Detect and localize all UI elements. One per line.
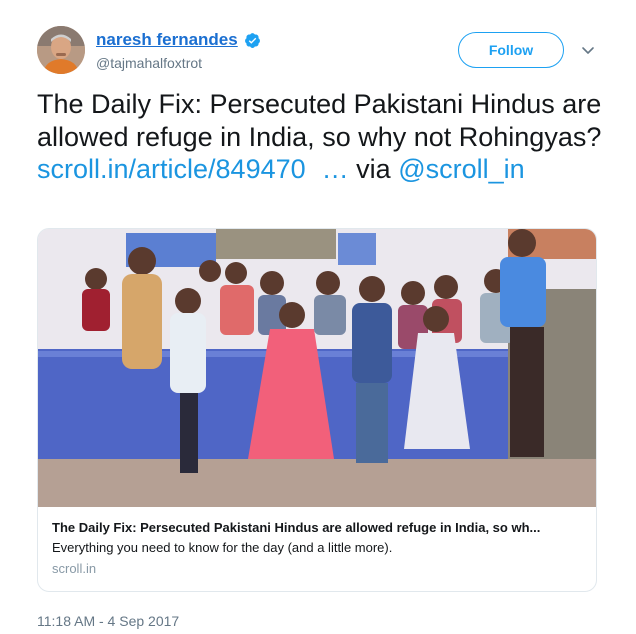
link-preview-card[interactable]: The Daily Fix: Persecuted Pakistani Hind… <box>37 228 597 592</box>
tweet-via-text: via <box>356 154 391 184</box>
card-description: Everything you need to know for the day … <box>52 540 393 555</box>
card-title: The Daily Fix: Persecuted Pakistani Hind… <box>52 520 541 535</box>
tweet-text-body: The Daily Fix: Persecuted Pakistani Hind… <box>37 89 602 152</box>
tweet-author: naresh fernandes @tajmahalfoxtrot <box>96 30 261 72</box>
verified-badge-icon <box>244 32 260 48</box>
card-domain: scroll.in <box>52 561 97 576</box>
author-name-row: naresh fernandes <box>96 30 261 50</box>
avatar[interactable] <box>37 26 85 74</box>
tweet-text: The Daily Fix: Persecuted Pakistani Hind… <box>37 88 607 186</box>
tweet-article-link[interactable]: scroll.in/article/849470 <box>37 154 306 184</box>
card-body: The Daily Fix: Persecuted Pakistani Hind… <box>38 507 596 590</box>
tweet-timestamp[interactable]: 11:18 AM - 4 Sep 2017 <box>37 613 179 629</box>
chevron-down-icon[interactable] <box>580 42 596 58</box>
tweet-link-ellipsis[interactable]: … <box>322 154 349 184</box>
card-photo-children <box>38 229 596 507</box>
author-name[interactable]: naresh fernandes <box>96 30 238 50</box>
avatar-image <box>37 26 85 74</box>
follow-button[interactable]: Follow <box>458 32 564 68</box>
author-handle[interactable]: @tajmahalfoxtrot <box>96 54 261 72</box>
tweet-mention-link[interactable]: @scroll_in <box>398 154 524 184</box>
